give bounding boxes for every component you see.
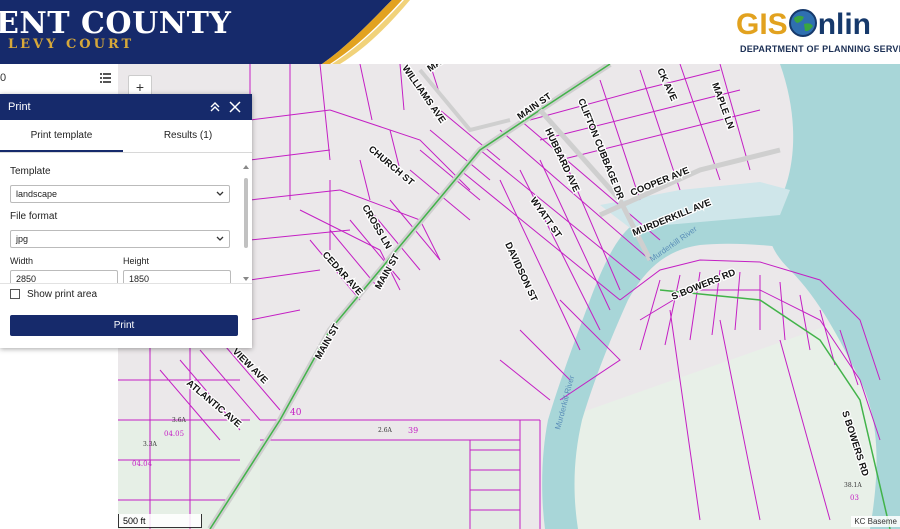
print-panel-header: Print	[0, 94, 252, 120]
height-input[interactable]: 1850	[123, 270, 231, 284]
file-format-select[interactable]: jpg	[10, 230, 230, 248]
chevron-down-icon	[216, 191, 224, 196]
template-select[interactable]: landscape	[10, 185, 230, 203]
app-header: ENT COUNTY LEVY COURT GIS nlin DEPARTMENT…	[0, 0, 900, 64]
template-label: Template	[10, 166, 51, 177]
gis-text: GIS	[736, 8, 788, 41]
scale-bar: 500 ft	[118, 514, 202, 528]
parcel-number: 2.6A	[378, 427, 393, 434]
parcel-number: 03	[850, 494, 859, 502]
print-tabs: Print template Results (1)	[0, 120, 252, 153]
scroll-thumb[interactable]	[244, 178, 248, 248]
parcel-number: 3.3A	[143, 441, 158, 448]
chevron-down-icon	[216, 236, 224, 241]
file-format-label: File format	[10, 211, 58, 222]
department-name: DEPARTMENT OF PLANNING SERVICES G	[740, 44, 900, 54]
close-icon[interactable]	[228, 100, 242, 114]
scroll-down-icon[interactable]	[243, 276, 249, 282]
collapse-icon[interactable]	[208, 100, 222, 114]
parcel-number: 04.05	[164, 430, 184, 438]
width-label: Width	[10, 256, 34, 266]
print-panel-title: Print	[8, 101, 31, 113]
list-icon[interactable]	[100, 73, 111, 83]
sidebar-value: 0	[0, 72, 7, 84]
tab-print-template[interactable]: Print template	[0, 120, 123, 152]
online-text: nlin	[817, 8, 872, 41]
show-print-area-checkbox[interactable]	[10, 289, 20, 299]
panel-scrollbar[interactable]	[243, 164, 249, 282]
file-format-value: jpg	[16, 234, 29, 244]
width-input[interactable]: 2850	[10, 270, 118, 284]
globe-icon	[788, 9, 817, 37]
parcel-number: 40	[290, 408, 302, 418]
county-title: ENT COUNTY	[0, 6, 232, 41]
scroll-up-icon[interactable]	[243, 164, 249, 170]
parcel-number: 3.6A	[172, 417, 187, 424]
tab-results[interactable]: Results (1)	[124, 120, 252, 152]
map-attribution: KC Baseme	[851, 516, 900, 527]
panel-divider	[0, 283, 252, 284]
levy-court-subtitle: LEVY COURT	[8, 37, 135, 52]
show-print-area-label[interactable]: Show print area	[27, 289, 97, 300]
parcel-number: 04.04	[132, 460, 153, 468]
parcel-number: 39	[408, 426, 418, 435]
height-label: Height	[123, 256, 150, 266]
template-value: landscape	[16, 189, 58, 199]
parcel-number: 38.1A	[844, 482, 862, 489]
print-button[interactable]: Print	[10, 315, 238, 336]
gis-online-logo: GIS nlin	[736, 8, 871, 42]
